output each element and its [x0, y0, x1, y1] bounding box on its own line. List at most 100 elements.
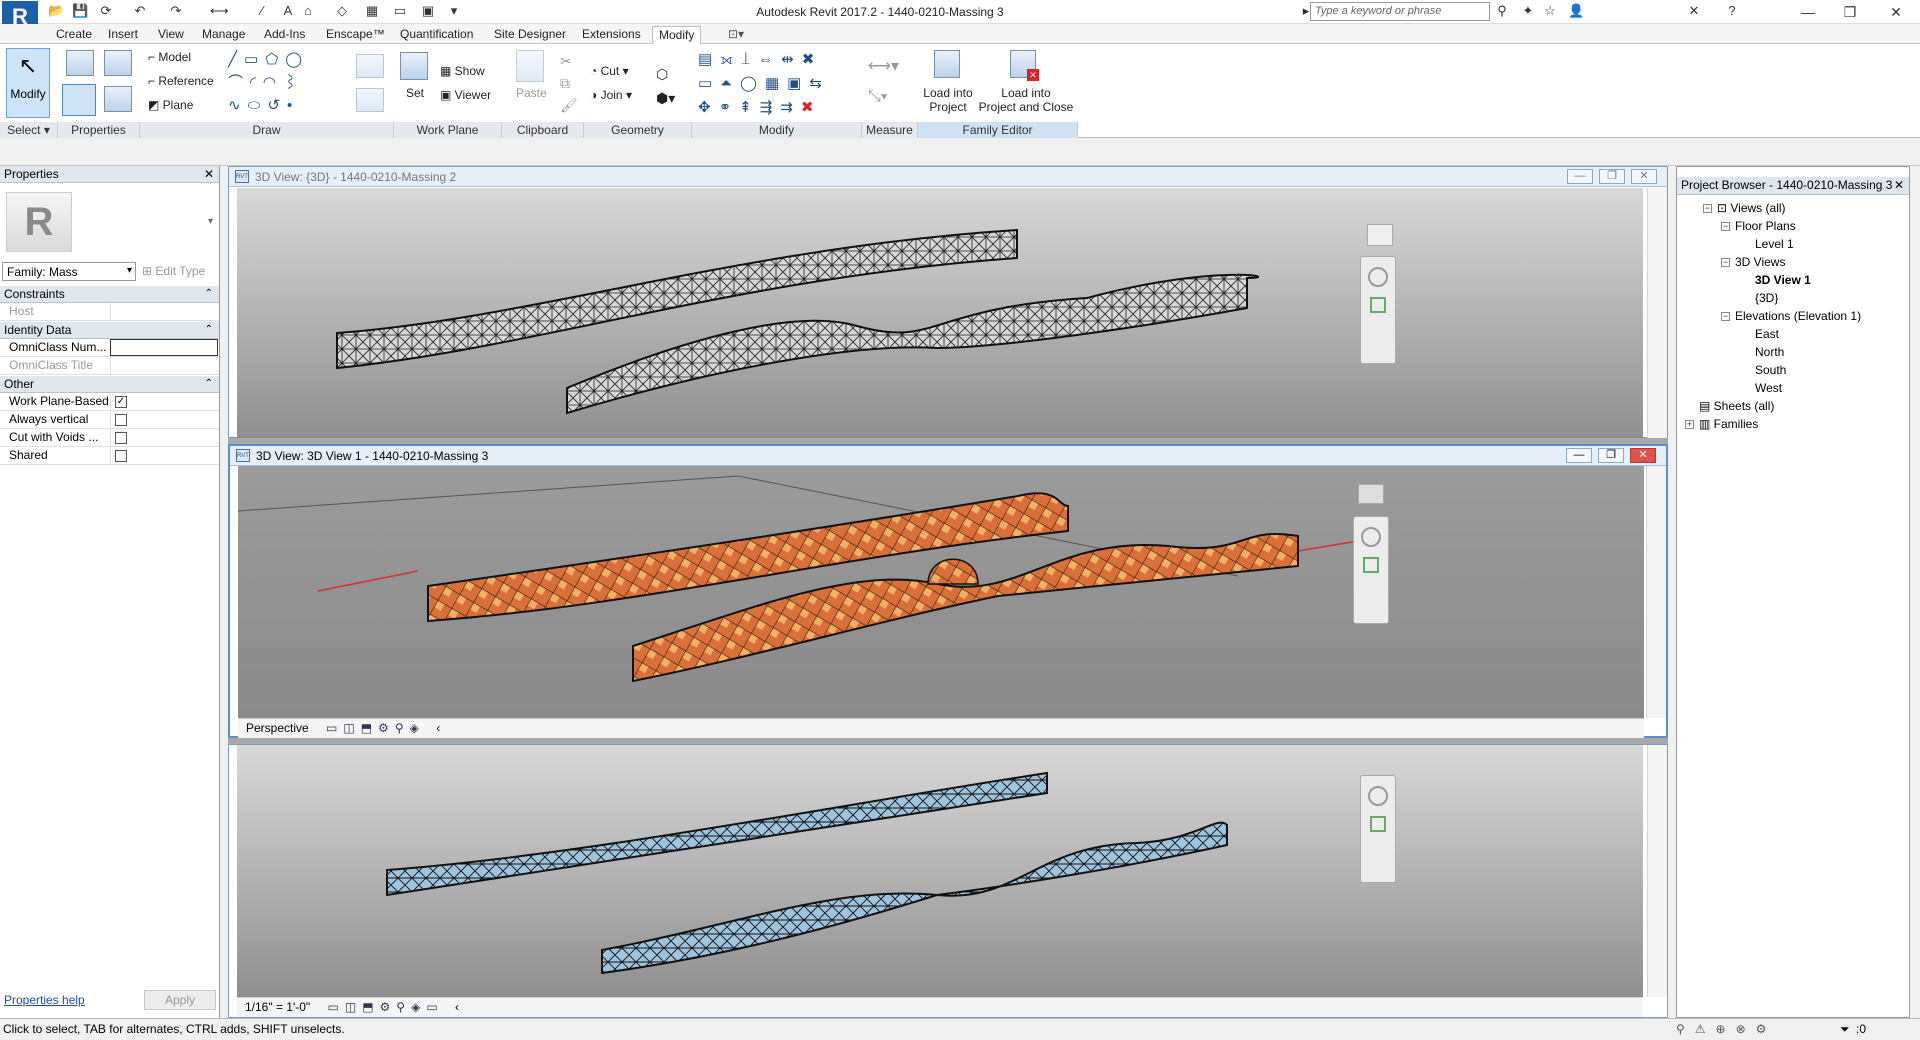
view-canvas[interactable] — [237, 745, 1643, 997]
family-category-icon[interactable] — [66, 50, 94, 76]
tree-item-elevations[interactable]: − Elevations (Elevation 1) — [1721, 309, 1861, 323]
tab-add-ins[interactable]: Add-Ins — [258, 26, 311, 44]
steering-wheel-icon[interactable] — [1361, 527, 1381, 547]
load-and-close-icon[interactable]: ✕ — [1010, 50, 1039, 81]
tree-item-sheets[interactable]: ▤ Sheets (all) — [1699, 399, 1774, 413]
close-hidden-icon[interactable]: ▭ — [392, 3, 408, 19]
properties-palette-icon[interactable] — [62, 84, 96, 116]
group-constraints[interactable]: Constraints ⌃ — [0, 286, 219, 303]
tab-site-designer[interactable]: Site Designer — [488, 26, 572, 44]
edit-type-button[interactable]: ⊞ Edit Type — [142, 264, 205, 278]
properties-help-link[interactable]: Properties help — [4, 993, 85, 1007]
section-icon[interactable]: ◇ — [334, 3, 350, 19]
view-close-icon[interactable]: ✕ — [1631, 169, 1657, 184]
measure-tools-icons[interactable]: ⟷▾ ⤡▾ — [868, 52, 899, 112]
tree-item-north[interactable]: North — [1755, 345, 1784, 359]
properties-close-icon[interactable]: ✕ — [204, 166, 214, 182]
type-properties-icon[interactable] — [104, 86, 132, 112]
tab-modify[interactable]: Modify — [652, 26, 702, 44]
minimize-icon[interactable]: — — [1788, 2, 1828, 22]
viewcube-icon[interactable] — [1358, 484, 1384, 504]
view-window-3d-view-1[interactable]: RVT 3D View: 3D View 1 - 1440-0210-Massi… — [228, 444, 1668, 738]
family-type-select[interactable]: Family: Mass ▾ — [2, 262, 136, 281]
draw-plane-button[interactable]: ◩ Plane — [148, 98, 193, 112]
family-types-icon[interactable] — [104, 50, 132, 76]
navigation-bar[interactable] — [1353, 516, 1389, 624]
close-icon[interactable]: ✕ — [1876, 2, 1916, 22]
draw-model-button[interactable]: ⌐ Model — [148, 50, 191, 64]
tree-item-level-1[interactable]: Level 1 — [1755, 237, 1794, 251]
zoom-icon[interactable] — [1363, 557, 1379, 573]
open-icon[interactable]: 📂 — [48, 3, 64, 19]
text-icon[interactable]: A — [280, 3, 296, 19]
tab-overflow-icon[interactable]: ⊡▾ — [722, 26, 750, 44]
cut-with-voids-checkbox[interactable] — [115, 432, 127, 444]
tree-item-south[interactable]: South — [1755, 363, 1786, 377]
modify-button[interactable]: ↖ Modify — [6, 48, 50, 118]
draw-tools-grid[interactable]: ╱▭⬠◯ ⌒◜◠⌇ ∿⬭↺• — [228, 48, 358, 117]
cut-geometry-button[interactable]: ◔ Cut ▾ — [590, 64, 629, 78]
tree-item-3d-view-1[interactable]: 3D View 1 — [1755, 273, 1811, 287]
modify-tools-grid[interactable]: ▤⟗⟘⇔⇹✖ ▭⏶◯▦▣⇆ ✥⚭⇞⇶⇉✖ — [698, 48, 830, 120]
tab-enscape[interactable]: Enscape™ — [320, 26, 391, 44]
shared-checkbox[interactable] — [115, 450, 127, 462]
thin-lines-icon[interactable]: ▦ — [364, 3, 380, 19]
steering-wheel-icon[interactable] — [1368, 786, 1388, 806]
exchange-x-icon[interactable]: ✕ — [1686, 3, 1702, 19]
tree-item-floor-plans[interactable]: − Floor Plans — [1721, 219, 1796, 233]
set-work-plane-icon[interactable] — [400, 52, 428, 80]
redo-icon[interactable]: ↷ — [168, 3, 184, 19]
omniclass-number-input[interactable] — [110, 339, 218, 356]
join-geometry-button[interactable]: ◑ Join ▾ — [590, 88, 632, 102]
load-into-project-button[interactable]: Load into Project — [922, 86, 974, 114]
view-close-icon[interactable]: ✕ — [1630, 448, 1656, 463]
view-window-elevation[interactable]: 1/16" = 1'-0" ▭◫⬒⚙⚲◈▭ ‹ — [228, 744, 1668, 1018]
vertical-scrollbar[interactable] — [1647, 188, 1667, 438]
align-dimension-icon[interactable]: ⁄ — [254, 3, 270, 19]
tree-item-west[interactable]: West — [1755, 381, 1782, 395]
undo-icon[interactable]: ↶ — [132, 3, 148, 19]
binoculars-icon[interactable]: ⚲ — [1494, 3, 1510, 19]
tab-quantification[interactable]: Quantification — [394, 26, 479, 44]
tab-view[interactable]: View — [152, 26, 190, 44]
viewcube-icon[interactable] — [1367, 224, 1393, 246]
view-canvas[interactable] — [237, 188, 1643, 438]
set-label[interactable]: Set — [406, 86, 424, 100]
scroll-left-icon[interactable]: ‹ — [447, 1000, 459, 1014]
view-restore-icon[interactable]: ❐ — [1599, 169, 1625, 184]
view-window-massing-2[interactable]: RVT 3D View: {3D} - 1440-0210-Massing 2 … — [228, 166, 1668, 438]
tab-insert[interactable]: Insert — [102, 26, 144, 44]
collapse-toggle-icon[interactable]: − — [1721, 312, 1730, 321]
show-work-plane-button[interactable]: ▦ Show — [440, 64, 485, 78]
sync-icon[interactable]: ⟳ — [98, 3, 114, 19]
scroll-left-icon[interactable]: ‹ — [428, 721, 440, 735]
always-vertical-checkbox[interactable] — [115, 414, 127, 426]
panel-select[interactable]: Select ▾ — [0, 122, 58, 138]
load-into-project-icon[interactable] — [934, 50, 960, 78]
browser-close-icon[interactable]: ✕ — [1894, 177, 1904, 194]
zoom-icon[interactable] — [1370, 816, 1386, 832]
type-selector-dropdown-icon[interactable]: ▾ — [208, 216, 213, 227]
tab-create[interactable]: Create — [50, 26, 98, 44]
tree-item-views-all[interactable]: − ⊡ Views (all) — [1703, 201, 1786, 215]
help-search-input[interactable]: Type a keyword or phrase — [1310, 2, 1490, 21]
zoom-icon[interactable] — [1370, 297, 1386, 313]
work-plane-viewer-button[interactable]: ▣ Viewer — [440, 88, 491, 102]
switch-windows-icon[interactable]: ▣ — [420, 3, 436, 19]
group-identity-data[interactable]: Identity Data ⌃ — [0, 322, 219, 339]
tree-item-east[interactable]: East — [1755, 327, 1779, 341]
view-minimize-icon[interactable]: — — [1567, 169, 1593, 184]
vertical-scrollbar[interactable] — [1646, 466, 1666, 718]
group-other[interactable]: Other ⌃ — [0, 376, 219, 393]
restore-icon[interactable]: ❐ — [1830, 2, 1870, 22]
collapse-toggle-icon[interactable]: − — [1721, 258, 1730, 267]
filter-icon[interactable]: ⏷ — [1840, 1019, 1850, 1039]
view-control-icons[interactable]: ▭◫⬒⚙⚲◈ — [312, 721, 425, 735]
navigation-bar[interactable] — [1360, 256, 1396, 364]
expand-toggle-icon[interactable]: + — [1685, 420, 1694, 429]
steering-wheel-icon[interactable] — [1368, 267, 1388, 287]
vertical-scrollbar[interactable] — [1647, 745, 1667, 997]
geometry-extra-icons[interactable]: ⬡ ⬢▾ — [656, 62, 675, 110]
help-icon[interactable]: ? — [1724, 3, 1740, 19]
tab-extensions[interactable]: Extensions — [576, 26, 647, 44]
